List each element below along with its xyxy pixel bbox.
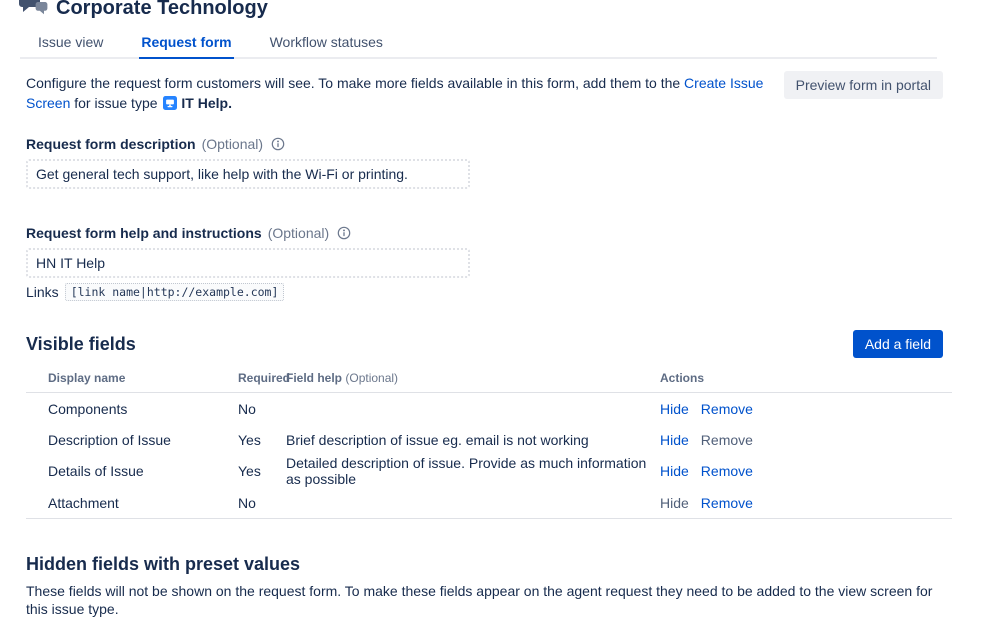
hide-link[interactable]: Hide <box>660 401 689 417</box>
intro-row: Configure the request form customers wil… <box>26 71 943 115</box>
table-row-attachment: Attachment No Hide Remove <box>26 487 952 518</box>
intro-text-before: Configure the request form customers wil… <box>26 75 684 91</box>
hidden-fields-title: Hidden fields with preset values <box>26 554 300 575</box>
help-optional-tag: (Optional) <box>268 225 329 241</box>
it-help-issue-type-icon <box>163 95 177 115</box>
remove-link[interactable]: Remove <box>701 463 753 479</box>
field-name: Components <box>48 401 238 417</box>
hide-link[interactable]: Hide <box>660 463 689 479</box>
visible-fields-title: Visible fields <box>26 334 136 355</box>
field-required: Yes <box>238 432 286 448</box>
tab-workflow-statuses[interactable]: Workflow statuses <box>268 30 385 59</box>
visible-fields-header: Visible fields Add a field <box>26 330 943 358</box>
request-form-settings-page: Corporate Technology Issue view Request … <box>0 0 943 641</box>
field-required: No <box>238 401 286 417</box>
intro-text-after: for issue type <box>70 95 157 111</box>
field-help: Brief description of issue eg. email is … <box>286 432 660 448</box>
description-optional-tag: (Optional) <box>202 136 263 152</box>
request-form-description-input[interactable]: Get general tech support, like help with… <box>26 159 470 189</box>
hidden-fields-description: These fields will not be shown on the re… <box>26 582 943 618</box>
column-required: Required <box>238 371 286 385</box>
hidden-fields-table: Name Preset value Actions Labels Edit va… <box>26 636 952 641</box>
help-instructions-label-row: Request form help and instructions (Opti… <box>26 225 943 241</box>
page-header: Corporate Technology <box>18 0 943 19</box>
links-syntax-hint: Links [link name|http://example.com] <box>26 283 943 301</box>
remove-link[interactable]: Remove <box>701 432 753 448</box>
project-avatar-speech-bubbles-icon <box>18 0 50 19</box>
description-info-icon[interactable] <box>271 137 285 151</box>
remove-link[interactable]: Remove <box>701 401 753 417</box>
request-form-description-label: Request form description <box>26 136 196 152</box>
field-name: Details of Issue <box>48 463 238 479</box>
links-syntax-example: [link name|http://example.com] <box>65 283 285 301</box>
field-name: Attachment <box>48 495 238 511</box>
hide-link[interactable]: Hide <box>660 432 689 448</box>
column-field-help: Field help (Optional) <box>286 371 660 385</box>
field-name: Description of Issue <box>48 432 238 448</box>
field-required: No <box>238 495 286 511</box>
intro-text: Configure the request form customers wil… <box>26 71 784 115</box>
remove-link[interactable]: Remove <box>701 495 753 511</box>
tab-bar: Issue view Request form Workflow statuse… <box>20 30 937 59</box>
page-title: Corporate Technology <box>56 0 268 19</box>
table-row-description-of-issue: Description of Issue Yes Brief descripti… <box>26 424 952 455</box>
intro-period: . <box>228 95 232 111</box>
table-row-components: Components No Hide Remove <box>26 393 952 424</box>
column-field-help-optional: (Optional) <box>345 371 398 385</box>
table-row-details-of-issue: Details of Issue Yes Detailed descriptio… <box>26 455 952 487</box>
hide-link[interactable]: Hide <box>660 495 689 511</box>
add-a-field-button[interactable]: Add a field <box>853 330 943 358</box>
hidden-fields-table-header: Name Preset value Actions <box>26 636 952 641</box>
issue-type-name: IT Help <box>181 95 228 111</box>
links-label: Links <box>26 284 59 300</box>
request-form-description-label-row: Request form description (Optional) <box>26 136 943 152</box>
preview-form-in-portal-button[interactable]: Preview form in portal <box>784 71 943 99</box>
field-required: Yes <box>238 463 286 479</box>
tab-request-form[interactable]: Request form <box>139 30 233 59</box>
help-instructions-input[interactable]: HN IT Help <box>26 248 470 278</box>
hidden-fields-header: Hidden fields with preset values <box>26 554 943 575</box>
help-info-icon[interactable] <box>337 226 351 240</box>
visible-fields-table: Display name Required Field help (Option… <box>26 367 952 519</box>
column-display-name: Display name <box>48 371 238 385</box>
help-instructions-label: Request form help and instructions <box>26 225 262 241</box>
column-actions: Actions <box>660 371 704 385</box>
field-help: Detailed description of issue. Provide a… <box>286 455 660 487</box>
visible-fields-table-header: Display name Required Field help (Option… <box>26 367 952 393</box>
tab-issue-view[interactable]: Issue view <box>36 30 105 59</box>
